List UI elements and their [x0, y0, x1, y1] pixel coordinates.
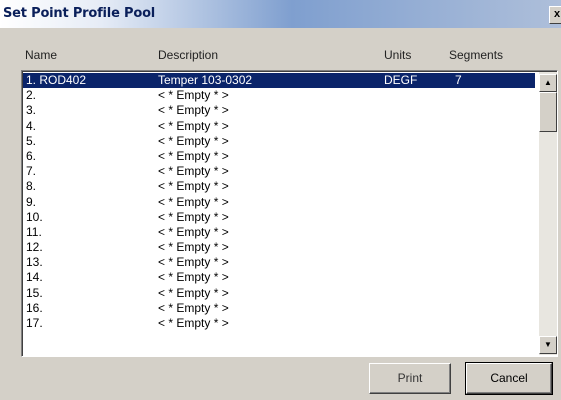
list-item[interactable]: 16. < * Empty * > [23, 301, 535, 316]
header-name[interactable]: Name [25, 48, 57, 62]
list-item[interactable]: 10. < * Empty * > [23, 210, 535, 225]
item-name: 2. [26, 88, 37, 103]
item-description: < * Empty * > [158, 118, 229, 133]
list-item[interactable]: 15. < * Empty * > [23, 286, 535, 301]
item-name: 11. [26, 224, 42, 239]
item-name: 5. [26, 133, 37, 148]
list-item[interactable]: 13. < * Empty * > [23, 255, 535, 270]
item-description: < * Empty * > [158, 133, 229, 148]
item-description: < * Empty * > [158, 209, 229, 224]
scroll-up-arrow-icon[interactable]: ▲ [539, 74, 557, 92]
list-item[interactable]: 7. < * Empty * > [23, 164, 535, 179]
item-units: DEGF [384, 73, 418, 87]
list-item[interactable]: 4. < * Empty * > [23, 119, 535, 134]
window-title: Set Point Profile Pool [3, 6, 156, 21]
list-item[interactable]: 1. ROD402 Temper 103-0302 DEGF 7 [23, 73, 535, 89]
print-button[interactable]: Print [369, 363, 451, 394]
item-segments: 7 [455, 73, 462, 87]
list-item[interactable]: 11. < * Empty * > [23, 225, 535, 240]
item-description: < * Empty * > [158, 148, 229, 163]
list-item[interactable]: 17. < * Empty * > [23, 316, 535, 331]
item-description: < * Empty * > [158, 164, 229, 179]
scroll-thumb[interactable] [539, 92, 557, 132]
header-units[interactable]: Units [384, 48, 411, 62]
scroll-down-arrow-icon[interactable]: ▼ [539, 336, 557, 354]
item-name: 9. [26, 194, 37, 209]
header-segments[interactable]: Segments [449, 48, 503, 62]
list-item[interactable]: 5. < * Empty * > [23, 134, 535, 149]
item-description: < * Empty * > [158, 285, 229, 300]
item-description: < * Empty * > [158, 88, 229, 103]
item-name: 12. [26, 240, 43, 255]
item-name: 6. [26, 148, 37, 163]
item-name: 4. [26, 118, 37, 133]
list-item[interactable]: 8. < * Empty * > [23, 179, 535, 194]
list-item[interactable]: 14. < * Empty * > [23, 270, 535, 285]
list-item[interactable]: 9. < * Empty * > [23, 195, 535, 210]
title-bar: Set Point Profile Pool x [0, 0, 561, 28]
list-item[interactable]: 6. < * Empty * > [23, 149, 535, 164]
item-description: < * Empty * > [158, 179, 229, 194]
header-description[interactable]: Description [158, 48, 218, 62]
item-name: 1. ROD402 [26, 73, 87, 87]
item-name: 15. [26, 285, 43, 300]
item-description: < * Empty * > [158, 270, 229, 285]
cancel-button[interactable]: Cancel [465, 362, 553, 395]
item-description: < * Empty * > [158, 316, 229, 330]
item-name: 7. [26, 164, 37, 179]
item-name: 3. [26, 103, 37, 118]
item-description: < * Empty * > [158, 194, 229, 209]
item-description: < * Empty * > [158, 240, 229, 255]
item-description: < * Empty * > [158, 103, 229, 118]
profile-rows: 1. ROD402 Temper 103-0302 DEGF 7 2. < * Empty… [23, 73, 535, 331]
vertical-scrollbar[interactable]: ▲ ▼ [539, 72, 557, 355]
item-name: 14. [26, 270, 43, 285]
item-name: 17. [26, 316, 43, 330]
close-button[interactable]: x [549, 6, 561, 24]
item-name: 10. [26, 209, 43, 224]
column-headers: Name Description Units Segments [0, 48, 561, 64]
list-item[interactable]: 3. < * Empty * > [23, 103, 535, 118]
item-name: 13. [26, 255, 43, 270]
item-description: < * Empty * > [158, 300, 229, 315]
profile-list[interactable]: 1. ROD402 Temper 103-0302 DEGF 7 2. < * Empty… [21, 70, 558, 357]
item-description: Temper 103-0302 [158, 73, 253, 87]
list-item[interactable]: 2. < * Empty * > [23, 88, 535, 103]
item-name: 8. [26, 179, 37, 194]
item-name: 16. [26, 300, 43, 315]
item-description: < * Empty * > [158, 255, 229, 270]
list-item[interactable]: 12. < * Empty * > [23, 240, 535, 255]
item-description: < * Empty * > [158, 224, 229, 239]
